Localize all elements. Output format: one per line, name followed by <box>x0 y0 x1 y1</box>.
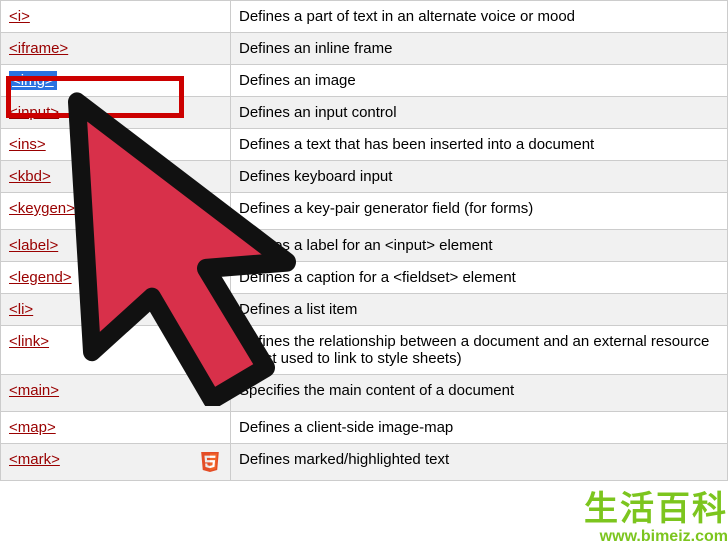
tag-cell: <kbd> <box>1 161 231 193</box>
tag-cell: <mark> <box>1 444 231 481</box>
table-row: <map> Defines a client-side image-map <box>1 412 728 444</box>
description-cell: Defines a client-side image-map <box>231 412 728 444</box>
description-cell: Specifies the main content of a document <box>231 375 728 412</box>
table-row: <iframe> Defines an inline frame <box>1 33 728 65</box>
table-row: <i> Defines a part of text in an alternat… <box>1 1 728 33</box>
table-row: <keygen> Defines a key-pair generator fie… <box>1 193 728 230</box>
table-row: <li> Defines a list item <box>1 294 728 326</box>
tag-cell: <label> <box>1 230 231 262</box>
table-row: <link> Defines the relationship between a… <box>1 326 728 375</box>
tag-cell: <main> <box>1 375 231 412</box>
tag-link[interactable]: <keygen> <box>9 200 75 217</box>
description-cell: Defines keyboard input <box>231 161 728 193</box>
tag-cell: <ins> <box>1 129 231 161</box>
tag-cell: <link> <box>1 326 231 375</box>
table-row: <kbd> Defines keyboard input <box>1 161 728 193</box>
tag-link[interactable]: <mark> <box>9 451 60 468</box>
description-cell: Defines a key-pair generator field (for … <box>231 193 728 230</box>
table-row: <img> Defines an image <box>1 65 728 97</box>
table-row: <ins> Defines a text that has been insert… <box>1 129 728 161</box>
description-cell: Defines marked/highlighted text <box>231 444 728 481</box>
watermark: 生活百科 www.bimeiz.com <box>584 492 728 546</box>
watermark-text: 生活百科 <box>584 492 728 526</box>
description-cell: Defines a text that has been inserted in… <box>231 129 728 161</box>
tag-link[interactable]: <i> <box>9 8 30 25</box>
tag-cell: <input> <box>1 97 231 129</box>
table-row: <input> Defines an input control <box>1 97 728 129</box>
tag-cell: <li> <box>1 294 231 326</box>
tag-link[interactable]: <img> <box>9 71 57 90</box>
table-row: <mark> Defines marked/highlighted text <box>1 444 728 481</box>
tag-link[interactable]: <kbd> <box>9 168 51 185</box>
tag-cell: <img> <box>1 65 231 97</box>
description-cell: Defines a list item <box>231 294 728 326</box>
description-cell: Defines a label for an <input> element <box>231 230 728 262</box>
watermark-url: www.bimeiz.com <box>584 528 728 546</box>
description-cell: Defines an inline frame <box>231 33 728 65</box>
tag-link[interactable]: <map> <box>9 419 56 436</box>
tag-cell: <iframe> <box>1 33 231 65</box>
description-cell: Defines a caption for a <fieldset> eleme… <box>231 262 728 294</box>
description-cell: Defines an input control <box>231 97 728 129</box>
tag-link[interactable]: <main> <box>9 382 59 399</box>
tag-cell: <i> <box>1 1 231 33</box>
description-cell: Defines the relationship between a docum… <box>231 326 728 375</box>
table-row: <legend> Defines a caption for a <fieldse… <box>1 262 728 294</box>
table-row: <main> Specifies the main content of a do… <box>1 375 728 412</box>
description-cell: Defines an image <box>231 65 728 97</box>
table-row: <label> Defines a label for an <input> el… <box>1 230 728 262</box>
tag-link[interactable]: <legend> <box>9 269 72 286</box>
tag-link[interactable]: <li> <box>9 301 33 318</box>
tag-link[interactable]: <link> <box>9 333 49 350</box>
tag-cell: <map> <box>1 412 231 444</box>
tag-link[interactable]: <ins> <box>9 136 46 153</box>
description-cell: Defines a part of text in an alternate v… <box>231 1 728 33</box>
tag-link[interactable]: <iframe> <box>9 40 68 57</box>
html-reference-table: <i> Defines a part of text in an alternat… <box>0 0 728 481</box>
tag-link[interactable]: <input> <box>9 104 59 121</box>
tag-cell: <keygen> <box>1 193 231 230</box>
tag-cell: <legend> <box>1 262 231 294</box>
tag-link[interactable]: <label> <box>9 237 58 254</box>
